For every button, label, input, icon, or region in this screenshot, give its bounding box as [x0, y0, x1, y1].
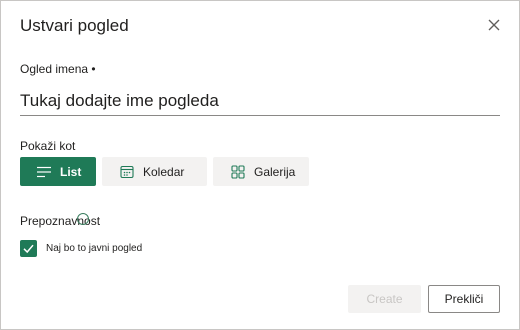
- view-option-calendar[interactable]: Koledar: [102, 157, 207, 186]
- view-option-gallery[interactable]: Galerija: [213, 157, 309, 186]
- cancel-button[interactable]: Prekliči: [428, 285, 500, 313]
- view-option-label: Galerija: [254, 164, 296, 179]
- view-name-label: Ogled imena •: [20, 62, 96, 76]
- checkmark-icon: [23, 244, 34, 254]
- list-icon: [36, 164, 52, 180]
- public-view-label: Naj bo to javni pogled: [46, 243, 143, 254]
- mouse-cursor-indicator: [77, 213, 89, 225]
- public-view-checkbox[interactable]: [20, 240, 37, 257]
- create-button[interactable]: Create: [348, 285, 421, 313]
- view-option-label: List: [60, 164, 82, 179]
- dialog-title: Ustvari pogled: [20, 16, 129, 35]
- view-name-input[interactable]: [20, 87, 500, 116]
- view-option-label: Koledar: [143, 164, 185, 179]
- gallery-icon: [230, 164, 246, 180]
- calendar-icon: [119, 164, 135, 180]
- show-as-label: Pokaži kot: [20, 139, 76, 153]
- create-view-dialog: Ustvari pogled Ogled imena • Pokaži kot …: [0, 0, 520, 330]
- view-option-list[interactable]: List: [20, 157, 96, 186]
- close-icon[interactable]: [485, 16, 503, 34]
